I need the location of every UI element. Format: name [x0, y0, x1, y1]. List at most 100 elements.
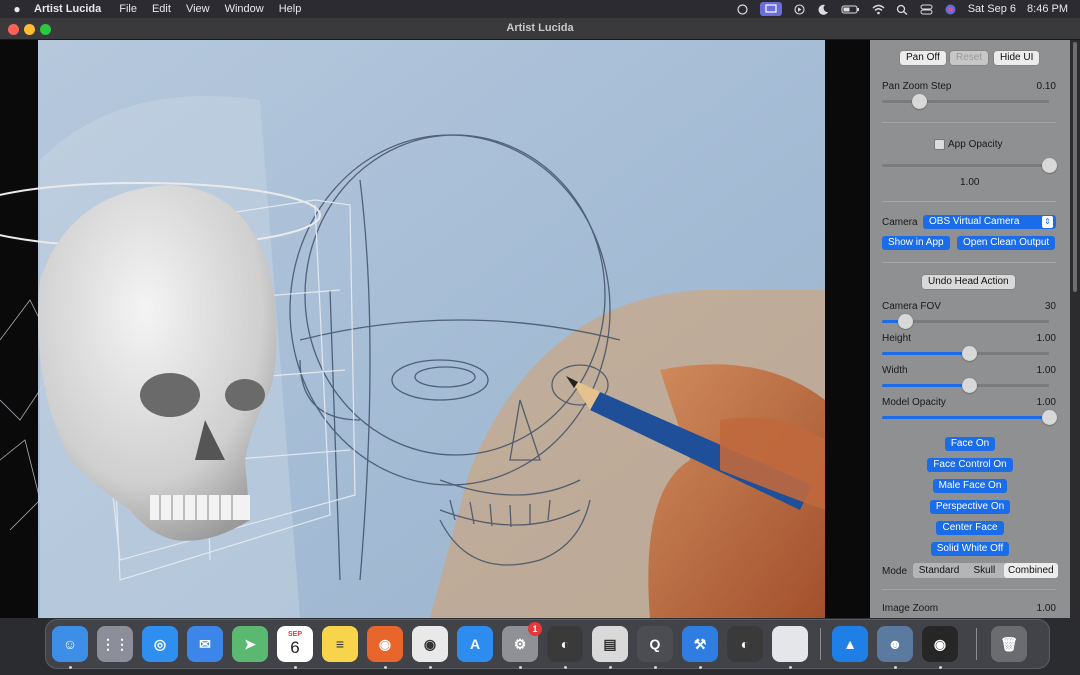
- scrollbar-thumb[interactable]: [1073, 42, 1077, 292]
- menu-time[interactable]: 8:46 PM: [1027, 3, 1068, 15]
- menu-view[interactable]: View: [186, 3, 210, 15]
- menu-window[interactable]: Window: [225, 3, 264, 15]
- menu-file[interactable]: File: [119, 3, 137, 15]
- camera-feed-image: [0, 40, 870, 618]
- blender-icon[interactable]: ◐: [547, 626, 583, 662]
- quicktime-icon[interactable]: Q: [637, 626, 673, 662]
- mode-label: Mode: [882, 566, 908, 577]
- reset-button[interactable]: Reset: [950, 51, 989, 65]
- status-extra-icon[interactable]: [736, 3, 749, 15]
- menu-edit[interactable]: Edit: [152, 3, 171, 15]
- notes-icon[interactable]: ≡: [322, 626, 358, 662]
- camera-fov-slider[interactable]: [882, 314, 1049, 329]
- running-indicator: [939, 666, 942, 669]
- mail-icon[interactable]: ✉: [187, 626, 223, 662]
- control-center-icon[interactable]: [920, 4, 933, 15]
- finder-icon[interactable]: ☺: [52, 626, 88, 662]
- width-slider[interactable]: [882, 378, 1049, 393]
- hide-ui-button[interactable]: Hide UI: [994, 51, 1040, 65]
- siri-icon[interactable]: [944, 4, 957, 15]
- mode-combined-segment[interactable]: Combined: [1003, 563, 1058, 578]
- system-settings-icon[interactable]: ⚙ 1: [502, 622, 542, 662]
- moon-icon[interactable]: [817, 4, 830, 15]
- app-opacity-checkbox[interactable]: [934, 139, 945, 150]
- slider-knob[interactable]: [898, 314, 914, 329]
- spotlight-search-icon[interactable]: [896, 4, 909, 15]
- pan-zoom-step-slider[interactable]: [882, 94, 1049, 109]
- solid-white-off-button[interactable]: Solid White Off: [930, 542, 1010, 556]
- mode-skull-segment[interactable]: Skull: [965, 563, 1004, 578]
- play-icon[interactable]: [793, 3, 806, 15]
- show-in-app-button[interactable]: Show in App: [882, 236, 950, 250]
- menu-date[interactable]: Sat Sep 6: [968, 3, 1016, 15]
- height-value: 1.00: [1036, 333, 1056, 344]
- running-indicator: [564, 666, 567, 669]
- divider: [882, 201, 1056, 202]
- model-opacity-label: Model Opacity: [882, 397, 946, 408]
- app-opacity-label: App Opacity: [948, 139, 1003, 150]
- image-zoom-label: Image Zoom: [882, 603, 939, 614]
- slider-fill: [882, 352, 969, 355]
- calendar-icon[interactable]: SEP 6: [277, 626, 313, 662]
- height-slider[interactable]: [882, 346, 1049, 361]
- calendar-day: 6: [290, 637, 300, 657]
- screen-mirroring-icon[interactable]: [759, 2, 782, 16]
- open-clean-output-button[interactable]: Open Clean Output: [957, 236, 1056, 250]
- camera-viewport[interactable]: [0, 40, 870, 618]
- face-control-on-button[interactable]: Face Control On: [927, 458, 1013, 472]
- slider-knob[interactable]: [961, 378, 977, 393]
- pan-zoom-step-value: 0.10: [1036, 81, 1056, 92]
- camera-select-value: OBS Virtual Camera: [929, 216, 1020, 227]
- model-opacity-slider[interactable]: [882, 410, 1057, 425]
- apple-menu-icon[interactable]: ●: [0, 2, 34, 16]
- panel-scrollbar[interactable]: [1070, 40, 1080, 618]
- dock-separator: [976, 628, 977, 660]
- obs-icon[interactable]: ◉: [922, 626, 958, 662]
- calendar-month: SEP: [287, 630, 302, 638]
- preview-icon[interactable]: ▤: [592, 626, 628, 662]
- maps-icon[interactable]: ➤: [232, 626, 268, 662]
- perspective-on-button[interactable]: Perspective On: [929, 500, 1011, 514]
- running-indicator: [654, 666, 657, 669]
- slider-knob[interactable]: [1042, 158, 1057, 173]
- menu-bar: ● Artist Lucida File Edit View Window He…: [0, 0, 1080, 18]
- app-menu[interactable]: Artist Lucida: [34, 3, 101, 15]
- launchpad-icon[interactable]: ⋮⋮: [97, 626, 133, 662]
- mode-standard-segment[interactable]: Standard: [913, 563, 965, 578]
- menu-help[interactable]: Help: [279, 3, 302, 15]
- title-bar[interactable]: Artist Lucida: [0, 18, 1080, 40]
- slider-fill: [882, 416, 1049, 419]
- running-indicator: [384, 666, 387, 669]
- safari-icon[interactable]: ◎: [142, 626, 178, 662]
- app-opacity-slider[interactable]: [882, 158, 1057, 173]
- running-indicator: [429, 666, 432, 669]
- trash-icon[interactable]: 🗑: [991, 626, 1027, 662]
- firefox-icon[interactable]: ◉: [367, 626, 403, 662]
- xcode-icon[interactable]: ⚒: [682, 626, 718, 662]
- app-store-icon[interactable]: A: [457, 626, 493, 662]
- chrome-icon[interactable]: ◉: [412, 626, 448, 662]
- slider-knob[interactable]: [1042, 410, 1057, 425]
- lucida-icon[interactable]: ▲: [832, 626, 868, 662]
- wifi-icon[interactable]: [872, 4, 885, 15]
- male-face-on-button[interactable]: Male Face On: [932, 479, 1008, 493]
- camera-select[interactable]: OBS Virtual Camera ⇕: [923, 215, 1056, 229]
- slider-knob[interactable]: [911, 94, 927, 109]
- slider-knob[interactable]: [961, 346, 977, 361]
- width-value: 1.00: [1036, 365, 1056, 376]
- face-on-button[interactable]: Face On: [944, 437, 996, 451]
- blank-app-icon[interactable]: [772, 626, 808, 662]
- center-face-button[interactable]: Center Face: [936, 521, 1004, 535]
- running-indicator: [519, 666, 522, 669]
- slider-fill: [882, 384, 969, 387]
- divider: [882, 589, 1056, 590]
- blender-icon[interactable]: ◐: [727, 626, 763, 662]
- face-model-icon[interactable]: ☻: [877, 626, 913, 662]
- pan-toggle-button[interactable]: Pan Off: [900, 51, 946, 65]
- battery-icon[interactable]: [841, 4, 861, 15]
- height-label: Height: [882, 333, 911, 344]
- camera-fov-label: Camera FOV: [882, 301, 941, 312]
- mode-segmented-control[interactable]: Standard Skull Combined: [913, 563, 1058, 578]
- chevron-updown-icon: ⇕: [1042, 216, 1053, 228]
- undo-head-action-button[interactable]: Undo Head Action: [922, 275, 1015, 289]
